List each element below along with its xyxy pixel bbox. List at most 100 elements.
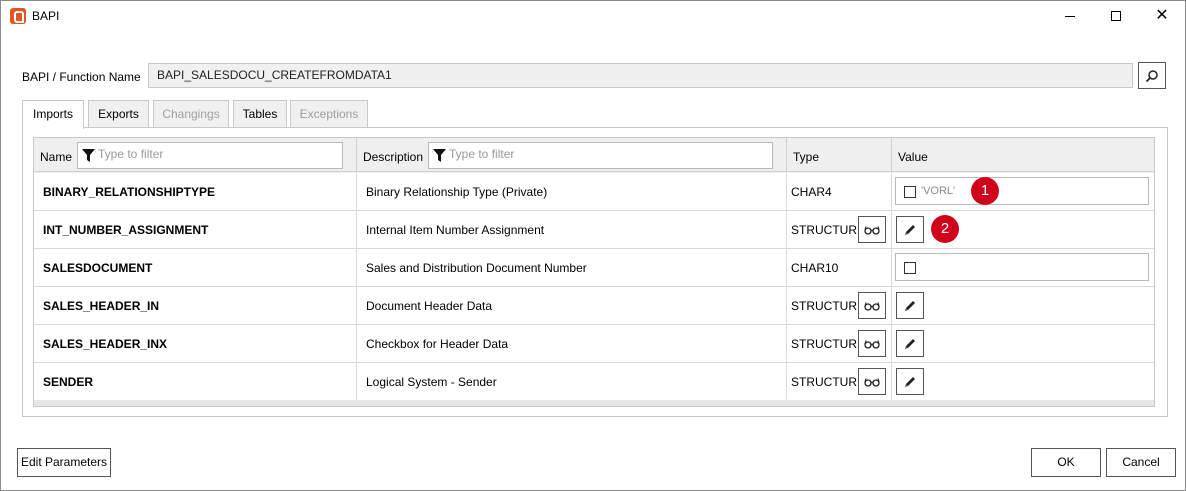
name-cell: BINARY_RELATIONSHIPTYPE: [34, 173, 357, 211]
param-description: Logical System - Sender: [366, 375, 497, 389]
column-header-name: Name: [34, 138, 357, 172]
type-cell: STRUCTURE: [787, 325, 892, 363]
param-name: SALESDOCUMENT: [43, 261, 153, 275]
tab-exports[interactable]: Exports: [88, 100, 149, 128]
name-filter[interactable]: [77, 142, 343, 169]
value-cell: [892, 325, 1154, 363]
description-cell: Checkbox for Header Data: [357, 325, 787, 363]
name-filter-input[interactable]: [98, 147, 318, 161]
edit-structure-button[interactable]: [896, 368, 924, 395]
tab-imports[interactable]: Imports: [22, 100, 84, 129]
param-name: BINARY_RELATIONSHIPTYPE: [43, 185, 216, 199]
param-name: INT_NUMBER_ASSIGNMENT: [43, 223, 209, 237]
tab-tables[interactable]: Tables: [233, 100, 287, 128]
description-cell: Document Header Data: [357, 287, 787, 325]
param-name: SENDER: [43, 375, 94, 389]
type-cell: STRUCTURE: [787, 287, 892, 325]
description-filter[interactable]: [428, 142, 773, 169]
column-value-label: Value: [898, 150, 928, 164]
edit-structure-button[interactable]: [896, 216, 924, 243]
view-structure-button[interactable]: [858, 330, 886, 357]
param-description: Binary Relationship Type (Private): [366, 185, 548, 199]
value-text: 'VORL': [921, 185, 956, 197]
value-cell: [892, 287, 1154, 325]
glasses-icon: [864, 225, 880, 235]
param-type: CHAR10: [791, 261, 839, 275]
param-type: STRUCTURE: [791, 375, 865, 389]
param-description: Sales and Distribution Document Number: [366, 261, 587, 275]
close-button[interactable]: ✕: [1139, 1, 1185, 31]
function-name-label: BAPI / Function Name: [22, 70, 141, 84]
name-cell: SALES_HEADER_IN: [34, 287, 357, 325]
table-row[interactable]: BINARY_RELATIONSHIPTYPE Binary Relations…: [34, 173, 1154, 211]
filter-icon: [433, 149, 446, 162]
title-bar: BAPI ✕: [1, 1, 1185, 31]
table-row[interactable]: SENDER Logical System - Sender STRUCTURE: [34, 363, 1154, 401]
param-description: Checkbox for Header Data: [366, 337, 509, 351]
tab-changings: Changings: [153, 100, 229, 128]
value-cell: 2: [892, 211, 1154, 249]
column-type-label: Type: [793, 150, 820, 164]
name-cell: INT_NUMBER_ASSIGNMENT: [34, 211, 357, 249]
close-icon: ✕: [1155, 7, 1169, 24]
window-title: BAPI: [32, 9, 60, 23]
edit-structure-button[interactable]: [896, 292, 924, 319]
minimize-button[interactable]: [1047, 1, 1093, 31]
table-row[interactable]: INT_NUMBER_ASSIGNMENT Internal Item Numb…: [34, 211, 1154, 249]
edit-structure-button[interactable]: [896, 330, 924, 357]
callout-badge: 2: [931, 215, 959, 243]
type-cell: STRUCTURE: [787, 211, 892, 249]
description-filter-input[interactable]: [449, 147, 669, 161]
pencil-icon: [905, 338, 915, 349]
tab-exceptions: Exceptions: [290, 100, 368, 128]
edit-parameters-button[interactable]: Edit Parameters: [17, 448, 111, 477]
column-description-label: Description: [363, 150, 424, 164]
ok-button[interactable]: OK: [1031, 448, 1101, 477]
app-logo-icon: [10, 8, 26, 24]
param-type: CHAR4: [791, 185, 832, 199]
search-icon: [1145, 69, 1158, 82]
table-row[interactable]: SALES_HEADER_INX Checkbox for Header Dat…: [34, 325, 1154, 363]
parameters-grid: Name Description Type: [33, 137, 1155, 407]
value-cell: 'VORL' 1: [892, 173, 1154, 211]
table-row[interactable]: SALESDOCUMENT Sales and Distribution Doc…: [34, 249, 1154, 287]
column-header-type: Type: [787, 138, 892, 172]
column-header-description: Description: [357, 138, 787, 172]
value-input[interactable]: 'VORL': [895, 177, 1149, 205]
param-description: Document Header Data: [366, 299, 493, 313]
view-structure-button[interactable]: [858, 368, 886, 395]
param-description: Internal Item Number Assignment: [366, 223, 545, 237]
value-checkbox[interactable]: [904, 262, 916, 274]
name-cell: SALESDOCUMENT: [34, 249, 357, 287]
glasses-icon: [864, 339, 880, 349]
maximize-button[interactable]: [1093, 1, 1139, 31]
description-cell: Logical System - Sender: [357, 363, 787, 401]
pencil-icon: [905, 376, 915, 387]
param-name: SALES_HEADER_IN: [43, 299, 160, 313]
value-cell: [892, 363, 1154, 401]
glasses-icon: [864, 301, 880, 311]
maximize-icon: [1111, 11, 1121, 21]
param-type: STRUCTURE: [791, 299, 865, 313]
pencil-icon: [905, 300, 915, 311]
description-cell: Internal Item Number Assignment: [357, 211, 787, 249]
view-structure-button[interactable]: [858, 292, 886, 319]
param-name: SALES_HEADER_INX: [43, 337, 168, 351]
cancel-button[interactable]: Cancel: [1106, 448, 1176, 477]
function-name-field[interactable]: BAPI_SALESDOCU_CREATEFROMDATA1: [148, 63, 1133, 88]
description-cell: Sales and Distribution Document Number: [357, 249, 787, 287]
table-row[interactable]: SALES_HEADER_IN Document Header Data STR…: [34, 287, 1154, 325]
value-checkbox[interactable]: [904, 186, 916, 198]
grid-horizontal-scrollbar[interactable]: [34, 400, 1154, 406]
column-name-label: Name: [40, 150, 73, 164]
view-structure-button[interactable]: [858, 216, 886, 243]
name-cell: SENDER: [34, 363, 357, 401]
value-cell: [892, 249, 1154, 287]
function-search-button[interactable]: [1138, 62, 1166, 89]
value-input[interactable]: [895, 253, 1149, 281]
type-cell: CHAR4: [787, 173, 892, 211]
minimize-icon: [1065, 15, 1075, 17]
type-cell: CHAR10: [787, 249, 892, 287]
pencil-icon: [905, 224, 915, 235]
param-type: STRUCTURE: [791, 223, 865, 237]
